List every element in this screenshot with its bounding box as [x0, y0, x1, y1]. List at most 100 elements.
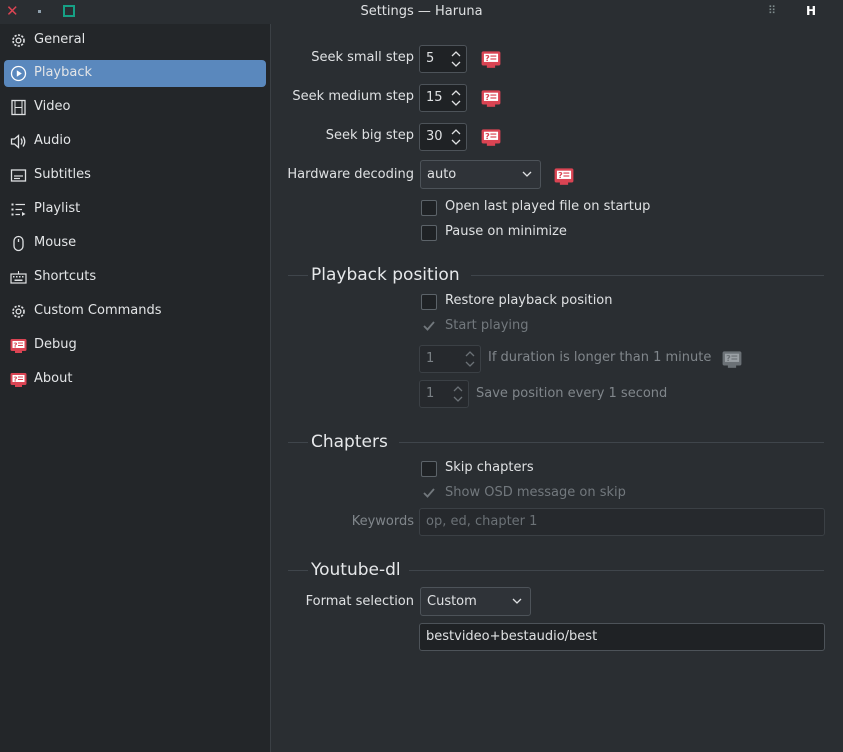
playback-position-heading: Playback position — [311, 265, 460, 285]
svg-text:?: ? — [558, 170, 563, 180]
checkbox-label: Show OSD message on skip — [445, 485, 626, 500]
format-selection-label: Format selection — [305, 594, 414, 609]
skip-chapters-checkbox[interactable]: Skip chapters — [421, 460, 581, 478]
custom-format-input[interactable]: bestvideo+bestaudio/best — [419, 623, 825, 651]
gear-icon — [12, 34, 25, 47]
seek-small-label: Seek small step — [311, 50, 414, 65]
sidebar-item-subtitles[interactable]: Subtitles — [4, 162, 266, 189]
help-icon[interactable]: ? — [481, 127, 501, 147]
sidebar-item-playback[interactable]: Playback — [4, 60, 266, 87]
spinbox-value: 5 — [426, 51, 435, 66]
checkbox-box[interactable] — [421, 461, 437, 477]
settings-sidebar: General Playback Video Audio Subtitles P… — [0, 24, 271, 752]
keywords-placeholder: op, ed, chapter 1 — [426, 514, 538, 529]
checkbox-label: Restore playback position — [445, 293, 613, 308]
seek-medium-spinbox[interactable]: 15 — [419, 84, 467, 112]
film-icon — [11, 99, 26, 116]
settings-content: Seek small step 5 ? Seek medium step 15 … — [271, 24, 843, 752]
spinbox-value: 30 — [426, 129, 443, 144]
help-badge-icon: ? — [10, 339, 27, 353]
sidebar-item-label: Shortcuts — [34, 269, 97, 284]
sidebar-item-audio[interactable]: Audio — [4, 128, 266, 155]
start-playing-checkbox[interactable]: Start playing — [421, 318, 621, 336]
sidebar-item-general[interactable]: General — [4, 27, 266, 54]
svg-text:?: ? — [13, 341, 17, 349]
seek-big-spinbox[interactable]: 30 — [419, 123, 467, 151]
sidebar-item-shortcuts[interactable]: Shortcuts — [4, 264, 266, 291]
spin-arrows-icon[interactable] — [452, 383, 464, 405]
spinbox-value: 1 — [426, 351, 435, 366]
youtube-dl-heading: Youtube-dl — [311, 560, 401, 580]
sidebar-item-label: Mouse — [34, 235, 77, 250]
restore-position-checkbox[interactable]: Restore playback position — [421, 293, 641, 311]
save-interval-spinbox[interactable]: 1 — [419, 380, 469, 408]
sidebar-item-label: Playlist — [34, 201, 81, 216]
keywords-label: Keywords — [351, 514, 414, 529]
sidebar-item-debug[interactable]: ? Debug — [4, 332, 266, 359]
gear-icon — [12, 305, 25, 318]
title-bar: ✕ Settings — Haruna ⠿ H — [0, 0, 843, 24]
keyboard-icon — [10, 271, 27, 284]
section-divider — [399, 442, 824, 443]
sidebar-item-about[interactable]: ? About — [4, 366, 266, 393]
hw-decoding-combobox[interactable]: auto — [420, 160, 541, 189]
spin-arrows-icon[interactable] — [450, 48, 462, 70]
section-divider — [288, 570, 308, 571]
help-icon[interactable]: ? — [722, 349, 742, 369]
mouse-icon — [13, 235, 24, 252]
spin-arrows-icon[interactable] — [464, 348, 476, 370]
svg-text:?: ? — [726, 353, 731, 363]
checkbox-label: Skip chapters — [445, 460, 534, 475]
svg-text:?: ? — [485, 131, 490, 141]
duration-label: If duration is longer than 1 minute — [488, 350, 712, 365]
sidebar-item-label: Playback — [34, 65, 93, 80]
show-osd-checkbox[interactable]: Show OSD message on skip — [421, 485, 661, 503]
checkbox-box[interactable] — [421, 294, 437, 310]
sidebar-item-mouse[interactable]: Mouse — [4, 230, 266, 257]
sidebar-item-playlist[interactable]: Playlist — [4, 196, 266, 223]
checkbox-label: Open last played file on startup — [445, 199, 651, 214]
spin-arrows-icon[interactable] — [450, 126, 462, 148]
sidebar-item-custom-commands[interactable]: Custom Commands — [4, 298, 266, 325]
section-divider — [471, 275, 824, 276]
spinbox-value: 1 — [426, 386, 435, 401]
section-divider — [288, 442, 308, 443]
sidebar-item-label: About — [34, 371, 73, 386]
custom-format-value: bestvideo+bestaudio/best — [426, 629, 598, 644]
help-icon[interactable]: ? — [554, 166, 574, 186]
window-menu-icon[interactable]: ⠿ — [768, 4, 776, 17]
format-selection-combobox[interactable]: Custom — [420, 587, 531, 616]
open-last-file-checkbox[interactable]: Open last played file on startup — [421, 199, 681, 217]
help-badge-icon: ? — [10, 373, 27, 387]
play-circle-icon — [10, 65, 27, 82]
sidebar-item-label: General — [34, 32, 86, 47]
seek-big-label: Seek big step — [325, 128, 414, 143]
checkbox-label: Pause on minimize — [445, 224, 567, 239]
combobox-value: auto — [427, 167, 457, 182]
keywords-input[interactable]: op, ed, chapter 1 — [419, 508, 825, 536]
seek-medium-label: Seek medium step — [292, 89, 414, 104]
sidebar-item-label: Video — [34, 99, 71, 114]
duration-spinbox[interactable]: 1 — [419, 345, 481, 373]
section-divider — [288, 275, 308, 276]
pause-on-minimize-checkbox[interactable]: Pause on minimize — [421, 224, 621, 242]
section-divider — [409, 570, 824, 571]
seek-small-spinbox[interactable]: 5 — [419, 45, 467, 73]
svg-text:?: ? — [485, 53, 490, 63]
playlist-icon — [11, 203, 26, 216]
checkbox-label: Start playing — [445, 318, 529, 333]
sidebar-item-video[interactable]: Video — [4, 94, 266, 121]
help-icon[interactable]: ? — [481, 49, 501, 69]
speaker-icon — [10, 134, 26, 149]
checkbox-box[interactable] — [421, 200, 437, 216]
hw-decoding-label: Hardware decoding — [287, 167, 414, 182]
save-interval-label: Save position every 1 second — [476, 386, 668, 401]
help-icon[interactable]: ? — [481, 88, 501, 108]
sidebar-item-label: Debug — [34, 337, 77, 352]
svg-text:?: ? — [485, 92, 490, 102]
app-logo-icon: H — [806, 4, 817, 18]
sidebar-item-label: Audio — [34, 133, 71, 148]
checkbox-box[interactable] — [421, 225, 437, 241]
checkmark-icon — [423, 488, 435, 498]
spin-arrows-icon[interactable] — [450, 87, 462, 109]
